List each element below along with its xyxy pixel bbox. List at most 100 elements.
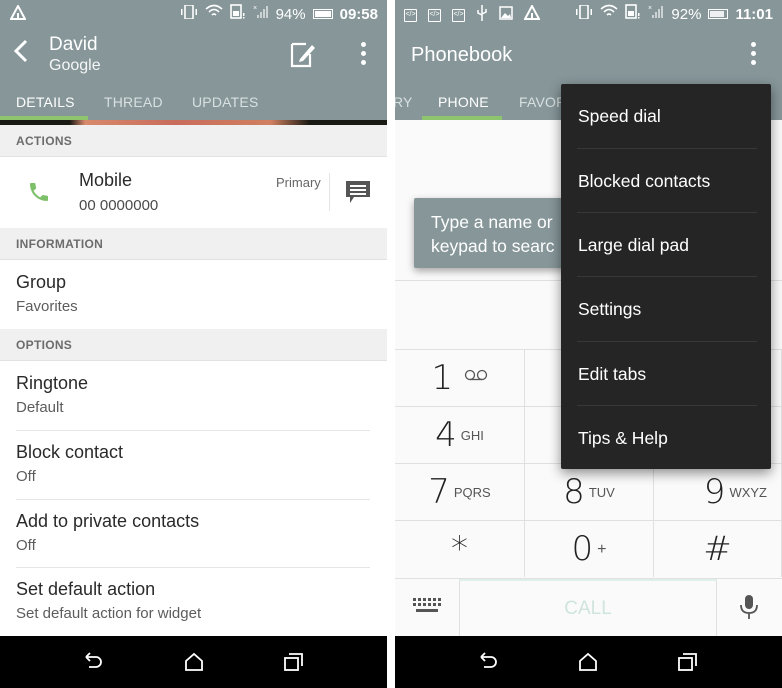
menu-item-blocked-contacts[interactable]: Blocked contacts [561,149,771,213]
recents-icon[interactable] [283,652,305,672]
usb-icon [476,5,488,26]
message-button[interactable] [345,180,371,211]
navigation-bar [395,636,782,688]
key-4[interactable]: 4 GHI [395,406,525,463]
signal-icon: × [648,4,664,24]
tab-history[interactable]: RY [395,94,413,110]
section-header-information: INFORMATION [0,228,387,260]
phonebook-screen: </> </> </> × 92% 11:01 Phonebook RY PHO… [395,0,782,688]
block-contact-title: Block contact [16,442,124,462]
tab-bar: DETAILS THREAD UPDATES [0,92,387,120]
key-digit: 1 [431,358,454,398]
menu-item-large-dial-pad[interactable]: Large dial pad [561,213,771,277]
key-9[interactable]: 9 WXYZ [654,463,782,520]
code-icon: </> [428,9,441,22]
menu-item-settings[interactable]: Settings [561,277,771,341]
signal-icon: × [253,4,269,24]
key-1[interactable]: 1 [395,349,525,406]
home-icon[interactable] [577,652,599,672]
primary-badge: Primary [276,175,321,190]
svg-text:×: × [648,5,652,12]
key-star[interactable]: * [395,520,525,577]
svg-text:×: × [253,5,257,12]
key-8[interactable]: 8 TUV [525,463,654,520]
battery-charging-icon [708,9,729,19]
key-digit: 9 [703,472,726,512]
code-icon: </> [452,9,465,22]
ringtone-title: Ringtone [16,373,89,393]
menu-item-tips-help[interactable]: Tips & Help [561,406,771,470]
phone-number-row[interactable]: Mobile 00 0000000 Primary [0,158,387,228]
key-hash[interactable]: # [654,520,782,577]
key-digit: # [703,529,732,569]
voice-search-button[interactable] [738,594,760,625]
back-icon[interactable] [83,652,105,672]
default-action-row[interactable]: Set default action Set default action fo… [0,568,387,636]
key-digit: 4 [435,415,457,455]
group-row[interactable]: Group Favorites [0,261,387,329]
code-icon: </> [404,9,417,22]
key-digit: 0 [571,529,594,569]
ringtone-row[interactable]: Ringtone Default [0,362,387,430]
app-bar: David Google DETAILS THREAD UPDATES [0,28,387,120]
section-header-actions: ACTIONS [0,125,387,157]
key-letters: PQRS [453,485,491,500]
key-digit: * [451,529,468,569]
block-contact-row[interactable]: Block contact Off [0,431,387,499]
clock: 09:58 [339,5,378,23]
battery-icon [312,9,333,19]
sim-icon [229,4,246,24]
status-bar: </> </> </> × 92% 11:01 [395,0,782,28]
home-icon[interactable] [183,652,205,672]
tab-indicator [422,116,502,120]
menu-item-speed-dial[interactable]: Speed dial [561,84,771,148]
private-contacts-row[interactable]: Add to private contacts Off [0,500,387,568]
tab-thread[interactable]: THREAD [104,94,163,110]
tab-phone[interactable]: PHONE [438,94,489,110]
navigation-bar [0,636,387,688]
status-bar: × 94% 09:58 [0,0,387,28]
call-button[interactable]: CALL [459,579,717,636]
menu-item-edit-tabs[interactable]: Edit tabs [561,342,771,406]
back-button[interactable] [12,38,30,70]
keyboard-toggle-button[interactable] [413,598,441,621]
ringtone-value: Default [16,399,64,416]
vibrate-icon [575,3,593,24]
message-icon [346,181,370,203]
wifi-icon [205,4,223,24]
vibrate-icon [180,3,198,24]
back-icon[interactable] [478,652,500,672]
sim-icon [625,4,641,24]
tab-details[interactable]: DETAILS [16,94,75,110]
key-digit: 8 [563,472,585,512]
more-options-button[interactable] [751,42,757,65]
image-icon [499,6,513,25]
edit-button[interactable] [290,40,315,68]
key-letters: TUV [588,485,615,500]
wifi-icon [600,4,618,24]
contact-name: David [49,34,98,55]
app-title: Phonebook [411,44,513,66]
more-options-button[interactable] [361,42,367,65]
key-7[interactable]: 7 PQRS [395,463,525,520]
vertical-divider [329,173,330,211]
key-letters: WXYZ [729,485,767,500]
key-letters: + [597,541,607,558]
private-contacts-value: Off [16,537,36,554]
keyboard-icon [413,598,441,612]
key-0[interactable]: 0 + [525,520,654,577]
phone-icon[interactable] [27,180,51,209]
tab-favorites[interactable]: FAVOR [519,94,566,110]
tab-updates[interactable]: UPDATES [192,94,259,110]
alert-icon [9,3,27,26]
call-bar: CALL [395,578,782,636]
recents-icon[interactable] [677,652,699,672]
clock: 11:01 [735,5,773,23]
phone-number: 00 0000000 [79,197,159,214]
key-digit: 7 [428,472,450,512]
section-header-options: OPTIONS [0,329,387,361]
contact-account: Google [49,57,101,74]
contact-details-screen: × 94% 09:58 David Google DETAILS THREAD … [0,0,387,688]
default-action-value: Set default action for widget [16,605,202,622]
group-title: Group [16,272,67,292]
